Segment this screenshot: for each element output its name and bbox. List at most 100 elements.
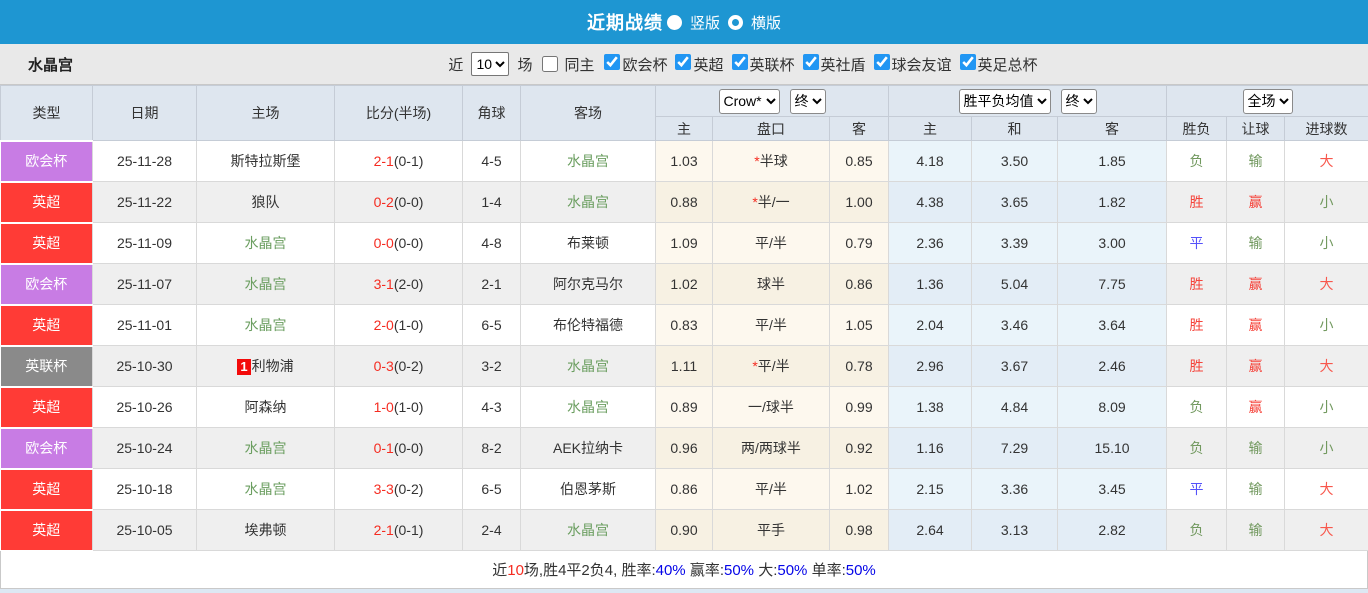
corner-cell: 3-2 (462, 345, 521, 387)
match-date: 25-11-09 (92, 222, 197, 264)
odds-type-select[interactable]: 胜平负均值 (958, 88, 1051, 114)
handicap-home-odds: 1.11 (655, 345, 713, 387)
handicap-line: 一/球半 (712, 386, 830, 428)
table-row: 英超 25-11-09 水晶宫 0-0(0-0) 4-8 布莱顿 1.09 平/半 0.79 2.… (0, 221, 1368, 264)
summary-segment: 50% (724, 562, 755, 579)
handicap-away-odds: 0.79 (828, 222, 890, 264)
handicap-result-cell: 赢 (1226, 304, 1286, 346)
handicap-line: 平手 (712, 509, 830, 551)
bookmaker-select[interactable]: Crow* (718, 88, 780, 114)
vertical-layout-label[interactable]: 竖版 (690, 12, 720, 33)
match-date: 25-11-07 (92, 263, 197, 305)
summary-segment: 赢率: (685, 562, 724, 579)
goals-result-cell: 小 (1284, 222, 1368, 264)
league-filter-group: 欧会杯 英超 英联杯 英社盾 球会友谊 英足总杯 (598, 53, 1039, 75)
col-header-date: 日期 (92, 85, 197, 141)
subheader-ah-away: 客 (828, 116, 890, 141)
handicap-result-cell: 输 (1226, 222, 1286, 264)
score-cell: 2-1(0-1) (334, 509, 463, 551)
league-checkbox-0[interactable] (604, 53, 621, 70)
odds-away: 2.82 (1057, 509, 1168, 551)
handicap-result-cell: 赢 (1226, 345, 1286, 387)
league-checkbox-1[interactable] (675, 53, 692, 70)
corner-cell: 1-4 (462, 181, 521, 223)
league-checkbox-3[interactable] (802, 53, 819, 70)
result-cell: 负 (1166, 386, 1228, 428)
horizontal-layout-radio[interactable] (728, 14, 743, 30)
odds-state-select[interactable]: 终 (1060, 88, 1097, 114)
match-type-badge: 欧会杯 (0, 262, 93, 305)
score-cell: 3-3(0-2) (334, 468, 463, 510)
handicap-result-cell: 输 (1226, 468, 1286, 510)
home-team: 埃弗顿 (196, 509, 335, 551)
match-date: 25-10-30 (92, 345, 197, 387)
results-body: 欧会杯 25-11-28 斯特拉斯堡 2-1(0-1) 4-5 水晶宫 1.03 *半球 0.8… (0, 139, 1368, 551)
goals-result-cell: 大 (1284, 468, 1368, 510)
summary-segment: 近 (492, 562, 508, 579)
handicap-away-odds: 0.85 (828, 140, 890, 182)
vertical-layout-radio[interactable] (666, 14, 682, 30)
handicap-result-cell: 输 (1226, 427, 1286, 469)
handicap-result-cell: 输 (1226, 509, 1286, 551)
handicap-state-select[interactable]: 终 (789, 88, 826, 114)
handicap-home-odds: 0.86 (655, 468, 713, 510)
col-header-score: 比分(半场) (334, 85, 463, 141)
odds-away: 2.46 (1057, 345, 1168, 387)
match-date: 25-11-22 (92, 181, 197, 223)
goals-result-cell: 大 (1284, 509, 1368, 551)
summary-text: 近10场,胜4平2负4, 胜率:40% 赢率:50% 大:50% 单率:50% (492, 559, 876, 580)
match-date: 25-11-28 (92, 140, 197, 182)
summary-segment: 单率: (807, 562, 846, 579)
odds-away: 1.85 (1057, 140, 1168, 182)
handicap-result-cell: 赢 (1226, 386, 1286, 428)
odds-group-header: 胜平负均值终 (888, 85, 1168, 117)
result-cell: 胜 (1166, 304, 1228, 346)
scope-select[interactable]: 全场 (1242, 88, 1293, 114)
goals-result-cell: 小 (1284, 304, 1368, 346)
col-header-away: 客场 (520, 85, 656, 141)
handicap-line: 平/半 (712, 468, 830, 510)
filter-controls: 近 10 场 同主 欧会杯 英超 英联杯 英社盾 球会友谊 英足总杯 (328, 52, 1039, 76)
match-type-badge: 英联杯 (0, 344, 93, 387)
away-team: 水晶宫 (520, 345, 656, 387)
summary-segment: 50% (777, 562, 808, 579)
corner-cell: 4-3 (462, 386, 521, 428)
match-type-badge: 欧会杯 (0, 139, 93, 182)
handicap-line: 两/两球半 (712, 427, 830, 469)
score-cell: 1-0(1-0) (334, 386, 463, 428)
odds-draw: 5.04 (971, 263, 1059, 305)
league-checkbox-5[interactable] (959, 53, 976, 70)
handicap-home-odds: 0.88 (655, 181, 713, 223)
goals-result-cell: 小 (1284, 181, 1368, 223)
handicap-away-odds: 0.98 (828, 509, 890, 551)
horizontal-layout-label[interactable]: 横版 (751, 12, 781, 33)
odds-draw: 3.13 (971, 509, 1059, 551)
odds-home: 2.96 (888, 345, 973, 387)
handicap-home-odds: 0.83 (655, 304, 713, 346)
match-count-select[interactable]: 10 (471, 52, 510, 76)
score-cell: 0-3(0-2) (334, 345, 463, 387)
handicap-away-odds: 0.92 (828, 427, 890, 469)
same-home-checkbox[interactable] (542, 56, 559, 72)
handicap-away-odds: 1.02 (828, 468, 890, 510)
match-type-badge: 英超 (0, 508, 93, 551)
table-row: 欧会杯 25-10-24 水晶宫 0-1(0-0) 8-2 AEK拉纳卡 0.96 两/两球半… (0, 426, 1368, 469)
league-label-4: 球会友谊 (891, 56, 952, 74)
table-row: 英超 25-10-18 水晶宫 3-3(0-2) 6-5 伯恩茅斯 0.86 平/半 1.02 2… (0, 467, 1368, 510)
league-checkbox-2[interactable] (731, 53, 748, 70)
odds-draw: 3.67 (971, 345, 1059, 387)
league-checkbox-4[interactable] (873, 53, 890, 70)
match-date: 25-10-24 (92, 427, 197, 469)
col-header-home: 主场 (196, 85, 335, 141)
summary-segment: 50% (845, 562, 876, 579)
table-row: 欧会杯 25-11-07 水晶宫 3-1(2-0) 2-1 阿尔克马尔 1.02 球半 0.86… (0, 262, 1368, 305)
odds-draw: 7.29 (971, 427, 1059, 469)
table-row: 英超 25-11-01 水晶宫 2-0(1-0) 6-5 布伦特福德 0.83 平/半 1.05… (0, 303, 1368, 346)
goals-result-cell: 大 (1284, 345, 1368, 387)
col-header-corner: 角球 (462, 85, 521, 141)
odds-away: 15.10 (1057, 427, 1168, 469)
home-team: 水晶宫 (196, 427, 335, 469)
odds-away: 7.75 (1057, 263, 1168, 305)
goals-result-cell: 大 (1284, 140, 1368, 182)
score-cell: 2-1(0-1) (334, 140, 463, 182)
